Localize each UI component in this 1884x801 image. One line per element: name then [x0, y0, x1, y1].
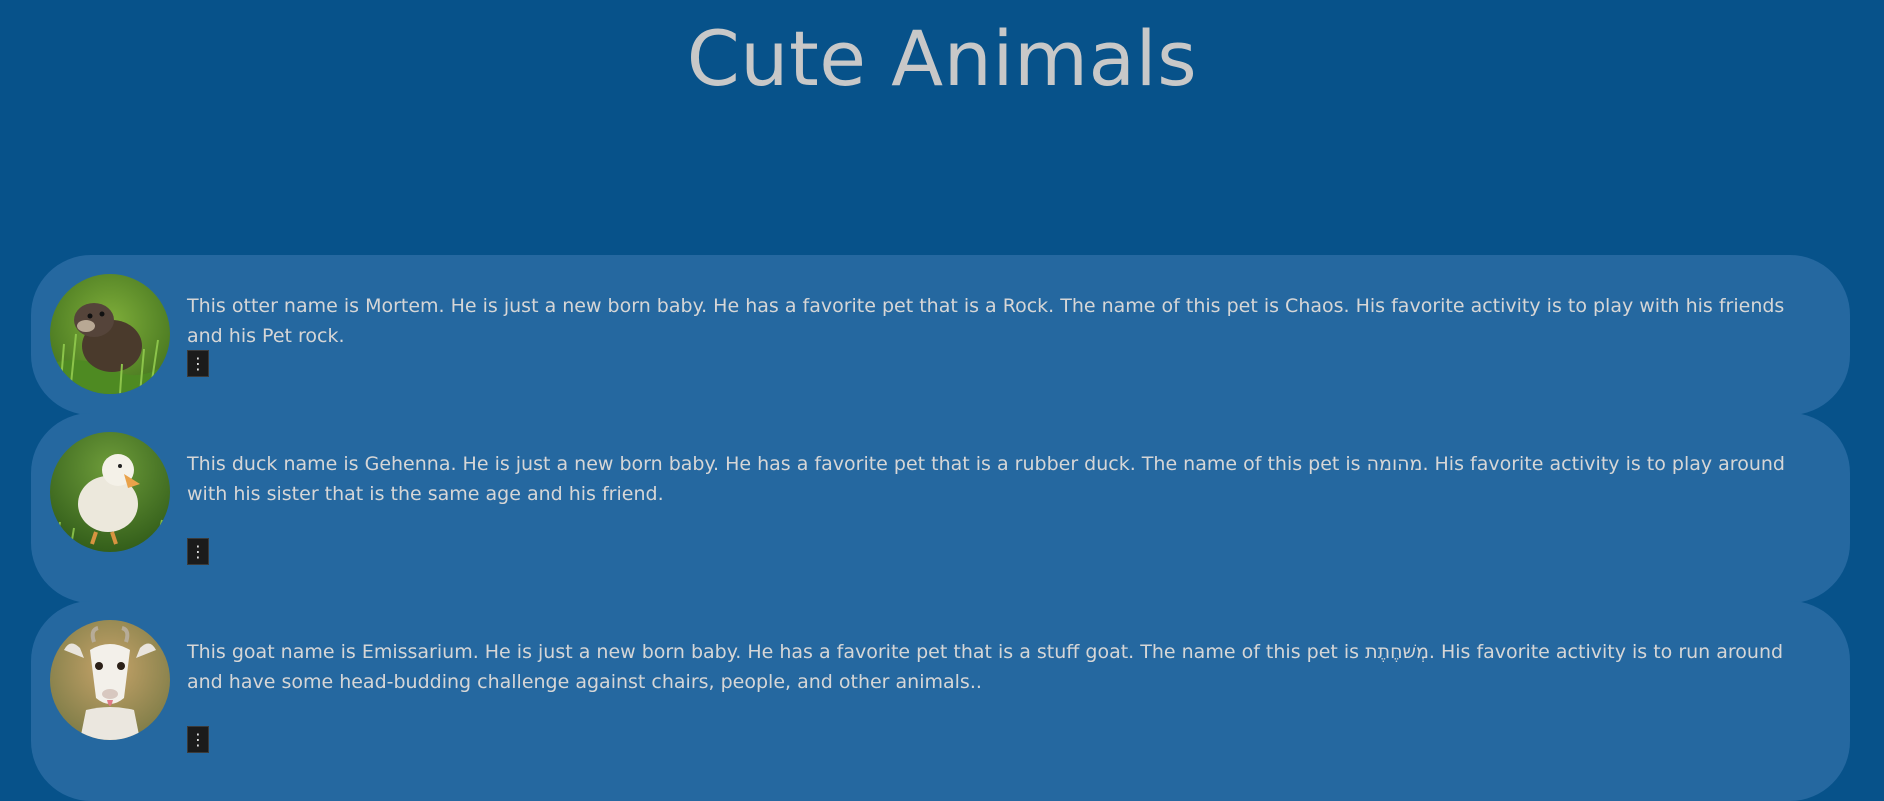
goat-more-options-button[interactable]: ⋮ [187, 726, 209, 753]
goat-avatar [50, 620, 170, 740]
animal-card-otter: This otter name is Mortem. He is just a … [31, 255, 1850, 415]
page-title: Cute Animals [686, 14, 1198, 103]
duck-avatar [50, 432, 170, 552]
animal-card-duck: This duck name is Gehenna. He is just a … [31, 413, 1850, 603]
otter-photo [50, 274, 170, 394]
otter-avatar [50, 274, 170, 394]
duck-photo [50, 432, 170, 552]
goat-photo [50, 620, 170, 740]
otter-description: This otter name is Mortem. He is just a … [187, 295, 1785, 347]
goat-description: This goat name is Emissarium. He is just… [187, 641, 1784, 693]
otter-more-options-button[interactable]: ⋮ [187, 350, 209, 377]
duck-more-options-button[interactable]: ⋮ [187, 538, 209, 565]
duck-description: This duck name is Gehenna. He is just a … [187, 453, 1785, 505]
animal-card-goat: This goat name is Emissarium. He is just… [31, 601, 1850, 801]
